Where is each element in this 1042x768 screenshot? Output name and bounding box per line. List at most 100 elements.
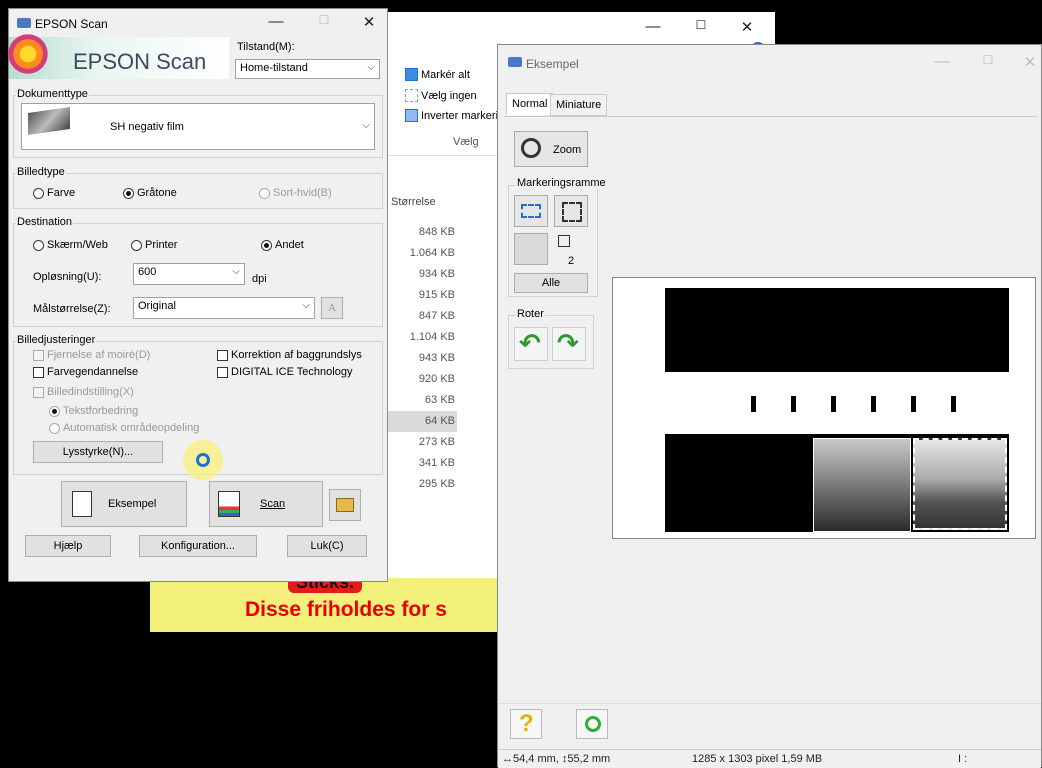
file-size-row[interactable]: 1.104 KB (385, 327, 457, 348)
tab-normal[interactable]: Normal (506, 93, 554, 115)
file-size-row[interactable]: 273 KB (385, 432, 457, 453)
explorer-close-button[interactable]: ✕ (737, 18, 757, 36)
epson-minimize-button[interactable]: — (266, 13, 286, 31)
zoom-button[interactable]: Zoom (514, 131, 588, 167)
tab-content-border (504, 116, 1037, 117)
film-frame-2[interactable] (913, 438, 1007, 530)
radio-screen-web[interactable]: Skærm/Web (33, 239, 108, 251)
rotate-left-button[interactable]: ↶ (514, 327, 548, 361)
file-size-row[interactable]: 847 KB (385, 306, 457, 327)
frame-copy-icon (562, 202, 582, 222)
chevron-down-icon: ⌵ (367, 62, 375, 73)
preview-canvas[interactable] (612, 277, 1036, 539)
chevron-down-icon: ⌵ (232, 266, 240, 277)
radio-printer[interactable]: Printer (131, 239, 177, 251)
preview-close-button[interactable]: ✕ (1020, 53, 1040, 71)
mode-label: Tilstand(M): (237, 41, 295, 53)
file-size-row[interactable]: 920 KB (385, 369, 457, 390)
file-size-row[interactable]: 1.064 KB (385, 243, 457, 264)
page-icon (72, 491, 92, 517)
file-size-row[interactable]: 915 KB (385, 285, 457, 306)
close-button[interactable]: Luk(C) (287, 535, 367, 557)
rotate-left-icon: ↶ (519, 328, 541, 358)
question-icon: ? (519, 710, 534, 737)
file-size-row[interactable]: 943 KB (385, 348, 457, 369)
file-size-row[interactable]: 848 KB (385, 222, 457, 243)
config-button[interactable]: Konfiguration... (139, 535, 257, 557)
document-banner: Sticks. Disse friholdes for s (150, 578, 505, 632)
film-frame-1[interactable] (813, 438, 911, 532)
epson-close-button[interactable]: ✕ (359, 13, 379, 31)
check-color-restore[interactable]: Farvegendannelse (33, 366, 138, 378)
frame-count-icon (558, 235, 570, 247)
film-strip-icon (28, 107, 70, 135)
radio-color[interactable]: Farve (33, 187, 75, 199)
invert-selection-item[interactable]: Inverter markeri (405, 109, 498, 122)
frame-pen-icon (521, 204, 541, 218)
open-folder-button[interactable] (329, 489, 361, 521)
chevron-down-icon: ⌵ (362, 120, 370, 131)
radio-black-white: Sort-hvid(B) (259, 187, 332, 199)
size-column-header[interactable]: Størrelse (391, 196, 436, 208)
check-background[interactable]: Korrektion af baggrundslys (217, 349, 362, 361)
epson-scan-window: EPSON Scan — ☐ ✕ EPSON Scan Tilstand(M):… (5, 8, 388, 582)
file-size-row[interactable]: 64 KB (385, 411, 457, 432)
help-button[interactable]: Hjælp (25, 535, 111, 557)
checkbox (217, 349, 228, 361)
resolution-select[interactable]: 600 ⌵ (133, 263, 245, 285)
cursor-ring-icon (196, 453, 210, 467)
density-button[interactable] (576, 709, 608, 739)
all-frames-button[interactable]: Alle (514, 273, 588, 293)
delete-frame-button[interactable] (554, 195, 588, 227)
preview-minimize-button[interactable]: — (932, 53, 952, 71)
radio-dot (49, 422, 60, 434)
mode-select[interactable]: Home-tilstand ⌵ (235, 59, 380, 79)
film-strip-top (665, 288, 1009, 372)
copy-frame-button (514, 233, 548, 265)
create-frame-button[interactable] (514, 195, 548, 227)
radio-dot (259, 187, 270, 199)
file-size-row[interactable]: 934 KB (385, 264, 457, 285)
select-none-item[interactable]: Vælg ingen (405, 89, 477, 102)
preview-window-title: Eksempel (526, 57, 579, 71)
check-image-option: Billedindstilling(X) (33, 386, 134, 398)
radio-dot (123, 187, 134, 199)
select-all-item[interactable]: Markér alt (405, 68, 470, 81)
preview-title-icon (508, 57, 522, 67)
file-size-list: 848 KB 1.064 KB 934 KB 915 KB 847 KB 1.104 KB… (385, 222, 457, 495)
help-question-button[interactable]: ? (510, 709, 542, 739)
radio-other[interactable]: Andet (261, 239, 304, 251)
explorer-maximize-button[interactable]: ☐ (691, 18, 711, 36)
epson-window-title: EPSON Scan (35, 17, 108, 31)
tab-miniature[interactable]: Miniature (550, 94, 608, 116)
scan-button[interactable]: Scan (209, 481, 323, 527)
epson-title-icon (17, 18, 31, 28)
rotate-right-icon: ↷ (557, 328, 579, 358)
doctype-group-label: Dokumenttype (16, 88, 89, 100)
file-size-row[interactable]: 341 KB (385, 453, 457, 474)
ribbon-divider (385, 155, 505, 156)
scan-page-icon (218, 491, 240, 517)
flower-logo-icon (5, 31, 51, 77)
radio-grayscale[interactable]: Gråtone (123, 187, 177, 199)
check-ice[interactable]: DIGITAL ICE Technology (217, 366, 352, 378)
imagetype-group-label: Billedtype (16, 166, 66, 178)
rotate-right-button[interactable]: ↷ (552, 327, 586, 361)
cursor-highlight (183, 440, 223, 480)
destination-group-label: Destination (16, 216, 74, 228)
status-width: ↔54,4 mm, ↕55,2 mm (502, 753, 611, 765)
preview-button[interactable]: Eksempel (61, 481, 187, 527)
doctype-select[interactable]: SH negativ film ⌵ (21, 103, 375, 150)
file-size-row[interactable]: 63 KB (385, 390, 457, 411)
checkbox (33, 366, 44, 378)
target-size-select[interactable]: Original ⌵ (133, 297, 315, 319)
target-size-label: Målstørrelse(Z): (33, 303, 111, 315)
sprocket-marks (751, 396, 981, 412)
epson-logo-text: EPSON Scan (73, 49, 207, 74)
brightness-button[interactable]: Lysstyrke(N)... (33, 441, 163, 463)
color-magnifier-icon (585, 716, 601, 732)
radio-dot (261, 239, 272, 251)
file-size-row[interactable]: 295 KB (385, 474, 457, 495)
adjust-group-label: Billedjusteringer (16, 334, 97, 346)
explorer-minimize-button[interactable]: — (643, 18, 663, 36)
